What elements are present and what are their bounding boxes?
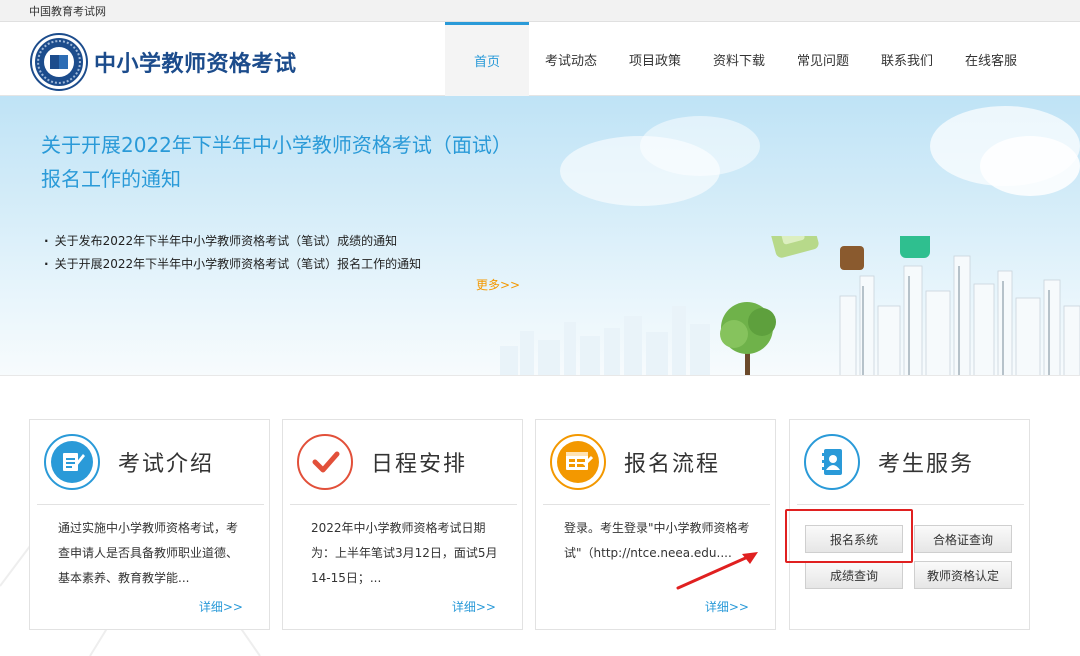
nav-item-downloads[interactable]: 资料下载 [697, 22, 781, 96]
card-title: 日程安排 [371, 452, 468, 477]
news-item[interactable]: 关于发布2022年下半年中小学教师资格考试（笔试）成绩的通知 [44, 230, 421, 253]
teacher-qualification-button[interactable]: 教师资格认定 [914, 561, 1012, 589]
neea-site-link[interactable]: 中国教育考试网 [29, 3, 106, 19]
checkmark-icon [297, 434, 353, 490]
hero-banner: 关于开展2022年下半年中小学教师资格考试（面试）报名工作的通知 关于发布202… [0, 96, 1080, 376]
top-bar: 中国教育考试网 [0, 0, 1080, 22]
card-registration-process: 报名流程 登录。考生登录"中小学教师资格考试"（http://ntce.neea… [535, 419, 776, 630]
nav-item-faq[interactable]: 常见问题 [781, 22, 865, 96]
site-header: 中小学教师资格考试 首页 考试动态 项目政策 资料下载 常见问题 联系我们 在线… [0, 22, 1080, 96]
news-item[interactable]: 关于开展2022年下半年中小学教师资格考试（笔试）报名工作的通知 [44, 253, 422, 276]
nav-item-online-service[interactable]: 在线客服 [949, 22, 1033, 96]
card-title: 考生服务 [878, 452, 975, 477]
site-title[interactable]: 中小学教师资格考试 [94, 46, 297, 78]
city-skyline-illustration: ♫ [500, 236, 1080, 375]
score-query-button[interactable]: 成绩查询 [805, 561, 903, 589]
card-schedule: 日程安排 2022年中小学教师资格考试日期为：上半年笔试3月12日，面试5月14… [282, 419, 523, 630]
card-title: 考试介绍 [118, 452, 215, 477]
news-list: 关于发布2022年下半年中小学教师资格考试（笔试）成绩的通知 关于开展2022年… [44, 230, 422, 276]
cloud-decoration [640, 116, 760, 176]
card-exam-intro: 考试介绍 通过实施中小学教师资格考试，考查申请人是否具备教师职业道德、基本素养、… [29, 419, 270, 630]
card-summary: 通过实施中小学教师资格考试，考查申请人是否具备教师职业道德、基本素养、教育教学能… [58, 521, 239, 585]
banner-headline-link[interactable]: 关于开展2022年下半年中小学教师资格考试（面试）报名工作的通知 [41, 128, 511, 196]
nav-item-exam-news[interactable]: 考试动态 [529, 22, 613, 96]
nav-item-home[interactable]: 首页 [445, 22, 529, 96]
registration-form-icon [550, 434, 606, 490]
main-nav: 首页 考试动态 项目政策 资料下载 常见问题 联系我们 在线客服 [445, 22, 1033, 96]
divider [290, 504, 517, 505]
card-title: 报名流程 [624, 452, 721, 477]
edit-document-icon [44, 434, 100, 490]
nav-item-policy[interactable]: 项目政策 [613, 22, 697, 96]
card-summary: 2022年中小学教师资格考试日期为：上半年笔试3月12日，面试5月14-15日；… [311, 521, 498, 585]
card-detail-link[interactable]: 详细>> [199, 598, 243, 615]
card-detail-link[interactable]: 详细>> [452, 598, 496, 615]
cloud-decoration [980, 136, 1080, 196]
divider [37, 504, 264, 505]
nav-item-contact[interactable]: 联系我们 [865, 22, 949, 96]
divider [543, 504, 770, 505]
certificate-query-button[interactable]: 合格证查询 [914, 525, 1012, 553]
divider [797, 504, 1024, 505]
card-detail-link[interactable]: 详细>> [705, 598, 749, 615]
address-book-icon [804, 434, 860, 490]
highlight-box [785, 509, 913, 563]
logo-emblem-icon[interactable] [32, 35, 86, 89]
red-arrow-annotation [676, 552, 758, 590]
